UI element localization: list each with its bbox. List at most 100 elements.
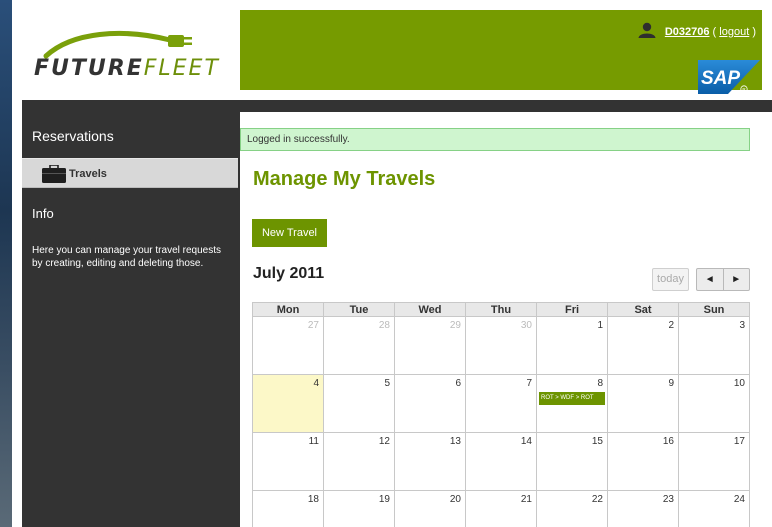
success-message: Logged in successfully. bbox=[240, 128, 750, 151]
calendar-day-cell[interactable]: 29 bbox=[394, 316, 466, 375]
futurefleet-logo[interactable]: FUTUREFLEET bbox=[22, 10, 238, 90]
sidebar-item-travels[interactable]: Travels bbox=[22, 158, 238, 188]
logo-text-future: FUTURE bbox=[34, 56, 144, 81]
background-strip bbox=[0, 0, 12, 527]
calendar-nav: ◄ ► bbox=[696, 268, 750, 291]
user-info: D032706 ( logout ) bbox=[638, 22, 756, 38]
calendar-day-cell[interactable]: 10 bbox=[678, 374, 750, 433]
calendar-day-cell[interactable]: 30 bbox=[465, 316, 537, 375]
calendar-day-cell[interactable]: 27 bbox=[252, 316, 324, 375]
weekday-header-row: Mon Tue Wed Thu Fri Sat Sun bbox=[252, 302, 750, 317]
sidebar-heading-reservations: Reservations bbox=[32, 128, 114, 144]
day-number: 23 bbox=[662, 494, 674, 505]
weekday-header: Mon bbox=[252, 302, 324, 317]
next-month-icon[interactable]: ► bbox=[724, 269, 750, 290]
calendar-day-cell[interactable]: 12 bbox=[323, 432, 395, 491]
calendar-day-cell[interactable]: 13 bbox=[394, 432, 466, 491]
calendar-body: 27 28 29 30 1 2 3 4 5 6 7 8 ROT > WDF > ROT 9 10 11 12 13… bbox=[252, 316, 750, 527]
day-number: 3 bbox=[739, 320, 745, 331]
day-number: 15 bbox=[591, 436, 603, 447]
calendar-day-cell[interactable]: 20 bbox=[394, 490, 466, 527]
app-page: FUTUREFLEET D032706 ( logout ) SAP R Res… bbox=[12, 0, 772, 527]
sap-wordmark: SAP bbox=[701, 68, 740, 89]
logout-paren-close: ) bbox=[752, 26, 756, 38]
day-number: 10 bbox=[733, 378, 745, 389]
day-number: 1 bbox=[597, 320, 603, 331]
day-number: 16 bbox=[662, 436, 674, 447]
day-number: 5 bbox=[384, 378, 390, 389]
day-number: 8 bbox=[597, 378, 603, 389]
calendar-day-cell[interactable]: 7 bbox=[465, 374, 537, 433]
calendar-day-cell[interactable]: 9 bbox=[607, 374, 679, 433]
day-number: 4 bbox=[313, 378, 319, 389]
calendar-day-cell[interactable]: 15 bbox=[536, 432, 608, 491]
calendar-week-row: 18 19 20 21 22 23 24 bbox=[252, 490, 750, 527]
today-button[interactable]: today bbox=[652, 268, 689, 291]
day-number: 13 bbox=[449, 436, 461, 447]
calendar-day-cell[interactable]: 21 bbox=[465, 490, 537, 527]
plug-swoosh-icon bbox=[43, 30, 192, 59]
calendar-day-cell[interactable]: 24 bbox=[678, 490, 750, 527]
calendar-week-row: 4 5 6 7 8 ROT > WDF > ROT 9 10 bbox=[252, 374, 750, 433]
day-number: 30 bbox=[520, 320, 532, 331]
calendar-day-cell[interactable]: 1 bbox=[536, 316, 608, 375]
sidebar-item-label: Travels bbox=[69, 168, 107, 180]
day-number: 18 bbox=[307, 494, 319, 505]
weekday-header: Wed bbox=[394, 302, 466, 317]
day-number: 7 bbox=[526, 378, 532, 389]
prev-month-icon[interactable]: ◄ bbox=[697, 269, 724, 290]
weekday-header: Fri bbox=[536, 302, 608, 317]
weekday-header: Sat bbox=[607, 302, 679, 317]
day-number: 2 bbox=[668, 320, 674, 331]
calendar-day-cell[interactable]: 3 bbox=[678, 316, 750, 375]
sidebar-heading-info: Info bbox=[32, 206, 54, 221]
user-icon bbox=[638, 22, 656, 38]
calendar-day-cell[interactable]: 14 bbox=[465, 432, 537, 491]
calendar-day-cell[interactable]: 19 bbox=[323, 490, 395, 527]
weekday-header: Sun bbox=[678, 302, 750, 317]
calendar-day-cell[interactable]: 11 bbox=[252, 432, 324, 491]
calendar-day-cell[interactable]: 5 bbox=[323, 374, 395, 433]
calendar-day-cell[interactable]: 22 bbox=[536, 490, 608, 527]
calendar-day-cell[interactable]: 16 bbox=[607, 432, 679, 491]
day-number: 11 bbox=[308, 436, 319, 447]
calendar-day-cell[interactable]: 17 bbox=[678, 432, 750, 491]
sap-logo: SAP R bbox=[698, 60, 760, 94]
logo-text-fleet: FLEET bbox=[143, 56, 220, 81]
briefcase-icon bbox=[42, 165, 66, 183]
calendar-grid: Mon Tue Wed Thu Fri Sat Sun 27 28 29 30 1 2 3 4… bbox=[252, 302, 750, 527]
logo-wordmark: FUTUREFLEET bbox=[34, 56, 220, 81]
calendar-day-cell[interactable]: 28 bbox=[323, 316, 395, 375]
day-number: 24 bbox=[733, 494, 745, 505]
calendar-day-cell[interactable]: 2 bbox=[607, 316, 679, 375]
calendar-week-row: 11 12 13 14 15 16 17 bbox=[252, 432, 750, 491]
day-number: 28 bbox=[378, 320, 390, 331]
calendar-day-cell[interactable]: 4 bbox=[252, 374, 324, 433]
calendar-day-cell[interactable]: 23 bbox=[607, 490, 679, 527]
day-number: 22 bbox=[591, 494, 603, 505]
weekday-header: Tue bbox=[323, 302, 395, 317]
calendar-day-cell[interactable]: 6 bbox=[394, 374, 466, 433]
logout-link[interactable]: logout bbox=[719, 26, 749, 38]
sidebar: Reservations Travels Info Here you can m… bbox=[22, 112, 240, 527]
day-number: 27 bbox=[307, 320, 319, 331]
calendar-event[interactable]: ROT > WDF > ROT bbox=[539, 392, 605, 405]
calendar-day-cell[interactable]: 18 bbox=[252, 490, 324, 527]
sidebar-info-text: Here you can manage your travel requests… bbox=[32, 245, 221, 269]
page-title: Manage My Travels bbox=[253, 168, 436, 190]
weekday-header: Thu bbox=[465, 302, 537, 317]
calendar-day-cell[interactable]: 8 ROT > WDF > ROT bbox=[536, 374, 608, 433]
logout-paren-open: ( bbox=[712, 26, 717, 38]
header-bar: D032706 ( logout ) SAP R bbox=[240, 10, 762, 94]
new-travel-button[interactable]: New Travel bbox=[252, 219, 327, 247]
day-number: 9 bbox=[668, 378, 674, 389]
day-number: 17 bbox=[733, 436, 745, 447]
day-number: 29 bbox=[449, 320, 461, 331]
day-number: 20 bbox=[449, 494, 461, 505]
calendar-month-title: July 2011 bbox=[253, 265, 325, 282]
username-link[interactable]: D032706 bbox=[665, 26, 710, 38]
day-number: 6 bbox=[455, 378, 461, 389]
calendar-week-row: 27 28 29 30 1 2 3 bbox=[252, 316, 750, 375]
day-number: 19 bbox=[378, 494, 390, 505]
day-number: 14 bbox=[520, 436, 532, 447]
